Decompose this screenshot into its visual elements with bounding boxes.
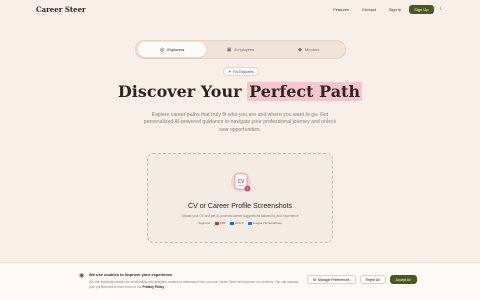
- tab-label: Explorers: [167, 47, 185, 52]
- page-subtitle: Explore career paths that truly fit who …: [143, 112, 337, 133]
- nav-contact-link[interactable]: Contact: [362, 7, 376, 12]
- cookie-actions: ⚙ Manage Preferences Reject All Accept A…: [307, 275, 417, 284]
- image-icon: [247, 221, 252, 225]
- logo[interactable]: Career Steer: [36, 5, 86, 14]
- privacy-policy-link[interactable]: Privacy Policy: [143, 285, 165, 289]
- cookie-icon: ◉: [79, 273, 85, 279]
- moon-icon[interactable]: ☾: [440, 6, 444, 12]
- format-label: PDF: [219, 221, 226, 225]
- tab-label: Employees: [234, 47, 255, 52]
- top-nav: Features Contact Sign In Sign Up ☾: [320, 4, 444, 14]
- cookie-title: We use cookies to improve your experienc…: [89, 272, 173, 277]
- button-label: Manage Preferences: [318, 277, 350, 282]
- cookie-banner: ◉ We use cookies to improve your experie…: [0, 262, 480, 300]
- format-label: DOCX: [234, 221, 244, 225]
- reject-all-button[interactable]: Reject All: [359, 275, 386, 284]
- format-docx: DOCX: [229, 221, 244, 225]
- cookie-body: We use essential cookies for functionali…: [89, 280, 299, 289]
- upload-title: CV or Career Profile Screenshots: [188, 203, 292, 210]
- tab-label: Mentors: [305, 47, 320, 52]
- accept-all-button[interactable]: Accept All: [389, 275, 417, 284]
- pdf-icon: [214, 221, 219, 225]
- manage-preferences-button[interactable]: ⚙ Manage Preferences: [307, 275, 356, 284]
- supported-formats: Supports: PDF DOCX Images (Screenshots): [148, 221, 332, 225]
- cookie-text: We use essential cookies for functionali…: [89, 280, 304, 289]
- docx-icon: [229, 221, 234, 225]
- title-highlight: Perfect Path: [247, 82, 363, 101]
- graduation-cap-icon: ◆: [298, 46, 303, 53]
- gear-icon: ⚙: [313, 277, 317, 282]
- audience-badge: ✦ For Explorers: [223, 67, 259, 76]
- audience-tabs: ◎ Explorers ▣ Employees ◆ Mentors: [135, 40, 346, 59]
- signup-button[interactable]: Sign Up: [409, 4, 434, 14]
- badge-label: For Explorers: [233, 69, 254, 74]
- tab-employees[interactable]: ▣ Employees: [206, 42, 274, 57]
- sparkle-icon: ✦: [228, 69, 232, 74]
- upload-description: Upload your CV and get AI-powered career…: [181, 214, 299, 218]
- cv-upload-dropzone[interactable]: CV + CV or Career Profile Screenshots Up…: [147, 153, 333, 243]
- top-header: Career Steer Features Contact Sign In Si…: [0, 0, 480, 18]
- briefcase-icon: ▣: [226, 46, 232, 53]
- svg-text:CV: CV: [238, 179, 246, 185]
- page-title: Discover Your Perfect Path: [0, 82, 480, 101]
- format-label: Images (Screenshots): [252, 221, 282, 225]
- tab-explorers[interactable]: ◎ Explorers: [138, 42, 207, 57]
- cv-document-icon: CV +: [231, 172, 251, 192]
- format-pdf: PDF: [214, 221, 226, 225]
- compass-icon: ◎: [160, 46, 165, 53]
- formats-label: Supports:: [198, 221, 211, 225]
- nav-features-link[interactable]: Features: [333, 7, 349, 12]
- title-prefix: Discover Your: [117, 82, 248, 101]
- tab-mentors[interactable]: ◆ Mentors: [275, 42, 343, 57]
- format-images: Images (Screenshots): [247, 221, 282, 225]
- nav-signin-link[interactable]: Sign In: [389, 7, 401, 12]
